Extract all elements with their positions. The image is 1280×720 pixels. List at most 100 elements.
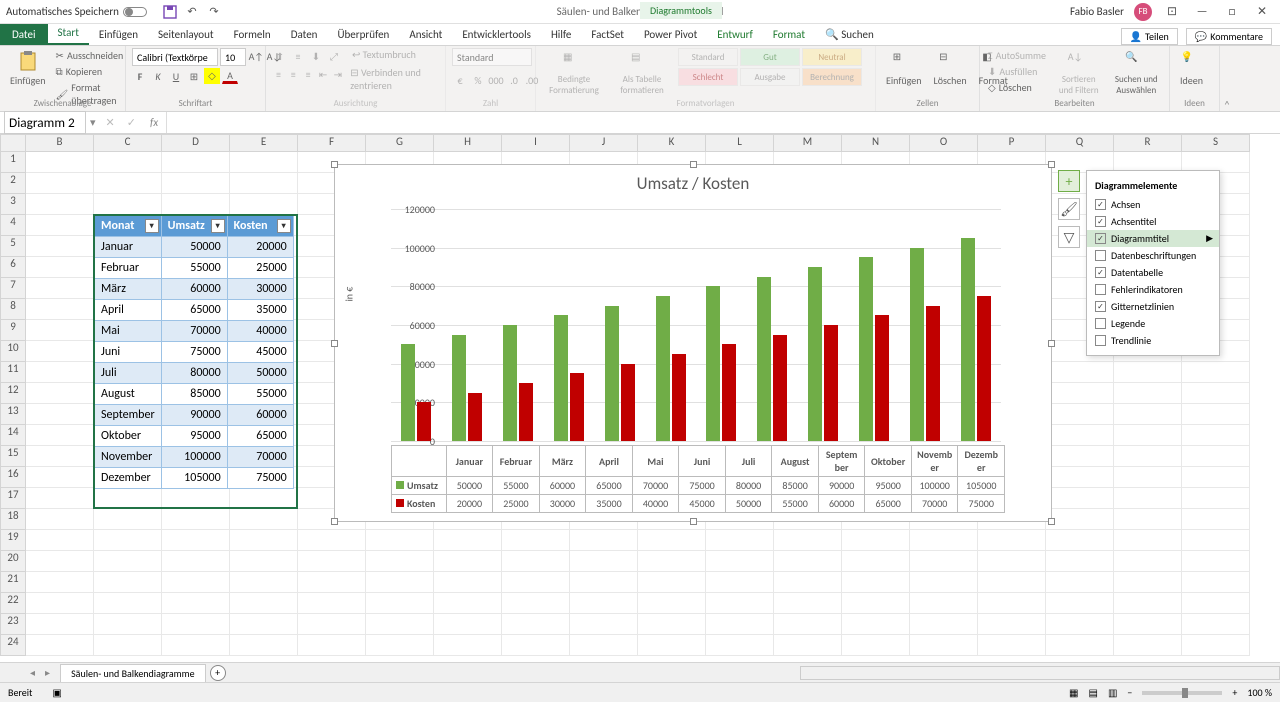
find-button[interactable]: 🔍Suchen und Auswählen — [1109, 48, 1163, 98]
style-ausgabe[interactable]: Ausgabe — [740, 68, 800, 86]
checkbox-icon[interactable]: ✓ — [1095, 216, 1106, 227]
col-header[interactable]: H — [434, 134, 502, 152]
font-name-select[interactable] — [132, 48, 218, 66]
ribbon-tab-formeln[interactable]: Formeln — [224, 24, 281, 45]
indent-dec-icon[interactable]: ⇤ — [317, 66, 330, 82]
bar-kosten[interactable] — [773, 335, 787, 441]
checkbox-icon[interactable]: ✓ — [1095, 199, 1106, 210]
row-header[interactable]: 2 — [0, 173, 26, 194]
col-header[interactable]: D — [162, 134, 230, 152]
table-row[interactable]: Mai7000040000 — [95, 321, 294, 342]
table-row[interactable]: Februar5500025000 — [95, 258, 294, 279]
checkbox-icon[interactable]: ✓ — [1095, 267, 1106, 278]
flyout-item-achsen[interactable]: ✓Achsen — [1087, 196, 1219, 213]
flyout-item-fehlerindikatoren[interactable]: Fehlerindikatoren — [1087, 281, 1219, 298]
row-header[interactable]: 5 — [0, 236, 26, 257]
select-all-corner[interactable] — [0, 134, 26, 152]
copy-button[interactable]: ⧉ Kopieren — [54, 64, 126, 79]
row-header[interactable]: 9 — [0, 320, 26, 341]
zoom-slider[interactable] — [1142, 691, 1222, 695]
row-header[interactable]: 20 — [0, 551, 26, 572]
bar-umsatz[interactable] — [757, 277, 771, 441]
bar-umsatz[interactable] — [910, 248, 924, 441]
redo-icon[interactable]: ↷ — [207, 5, 221, 19]
cut-button[interactable]: ✂ Ausschneiden — [54, 48, 126, 63]
autosum-button[interactable]: Σ AutoSumme — [986, 48, 1048, 63]
row-header[interactable]: 8 — [0, 299, 26, 320]
clear-button[interactable]: ◇ Löschen — [986, 80, 1048, 95]
resize-handle[interactable] — [690, 518, 697, 525]
autosave-toggle[interactable]: Automatisches Speichern — [0, 5, 153, 18]
ribbon-tab-entwicklertools[interactable]: Entwicklertools — [452, 24, 541, 45]
resize-handle[interactable] — [1048, 518, 1055, 525]
style-standard[interactable]: Standard — [678, 48, 738, 66]
ribbon-tab-factset[interactable]: FactSet — [581, 24, 634, 45]
col-header[interactable]: K — [638, 134, 706, 152]
percent-icon[interactable]: % — [470, 72, 486, 88]
bar-umsatz[interactable] — [452, 335, 466, 441]
underline-icon[interactable]: U — [168, 68, 184, 84]
align-bot-icon[interactable]: ⬇ — [308, 48, 324, 64]
flyout-item-diagrammtitel[interactable]: ✓Diagrammtitel▶ — [1087, 230, 1219, 247]
column-headers[interactable]: BCDEFGHIJKLMNOPQRS — [26, 134, 1250, 152]
delete-cells-button[interactable]: ⊟Löschen — [930, 48, 971, 89]
table-row[interactable]: Juli8000050000 — [95, 363, 294, 384]
ribbon-tab-start[interactable]: Start — [48, 22, 89, 45]
fx-icon[interactable]: fx — [142, 116, 166, 129]
ribbon-tab-power pivot[interactable]: Power Pivot — [634, 24, 707, 45]
table-row[interactable]: August8500055000 — [95, 384, 294, 405]
table-row[interactable]: Oktober9500065000 — [95, 426, 294, 447]
style-schlecht[interactable]: Schlecht — [678, 68, 738, 86]
bar-umsatz[interactable] — [554, 315, 568, 441]
maximize-icon[interactable]: □ — [1222, 5, 1242, 19]
comma-icon[interactable]: 000 — [488, 72, 504, 88]
filter-dropdown-icon[interactable]: ▾ — [145, 219, 159, 233]
cancel-formula-icon[interactable]: ✕ — [100, 116, 121, 129]
insert-cells-button[interactable]: ⊞Einfügen — [882, 48, 926, 89]
bar-umsatz[interactable] — [503, 325, 517, 441]
close-icon[interactable]: ✕ — [1252, 4, 1272, 19]
zoom-out-icon[interactable]: − — [1127, 686, 1132, 699]
row-header[interactable]: 15 — [0, 446, 26, 467]
filter-dropdown-icon[interactable]: ▾ — [277, 219, 291, 233]
chart-title[interactable]: Umsatz / Kosten — [335, 165, 1051, 198]
table-format-button[interactable]: ▤Als Tabelle formatieren — [610, 48, 674, 98]
row-header[interactable]: 6 — [0, 257, 26, 278]
checkbox-icon[interactable] — [1095, 335, 1106, 346]
bold-icon[interactable]: F — [132, 68, 148, 84]
bar-kosten[interactable] — [417, 402, 431, 441]
ideas-button[interactable]: 💡Ideen — [1176, 48, 1207, 89]
table-row[interactable]: April6500035000 — [95, 300, 294, 321]
sheet-tab[interactable]: Säulen- und Balkendiagramme — [60, 664, 206, 682]
flyout-item-gitternetzlinien[interactable]: ✓Gitternetzlinien — [1087, 298, 1219, 315]
minimize-icon[interactable]: — — [1192, 5, 1212, 19]
currency-icon[interactable]: € — [452, 72, 468, 88]
font-color-icon[interactable]: A — [222, 68, 238, 84]
chart-object[interactable]: Umsatz / Kosten in € 0200004000060000800… — [334, 164, 1052, 522]
row-header[interactable]: 18 — [0, 509, 26, 530]
style-neutral[interactable]: Neutral — [802, 48, 862, 66]
resize-handle[interactable] — [331, 161, 338, 168]
bar-kosten[interactable] — [672, 354, 686, 441]
col-header[interactable]: F — [298, 134, 366, 152]
bar-kosten[interactable] — [977, 296, 991, 441]
search-tab[interactable]: 🔍 Suchen — [815, 24, 884, 45]
checkbox-icon[interactable] — [1095, 250, 1106, 261]
comments-button[interactable]: 💬 Kommentare — [1186, 28, 1272, 45]
style-gut[interactable]: Gut — [740, 48, 800, 66]
sort-filter-button[interactable]: A↓Sortieren und Filtern — [1052, 48, 1106, 98]
col-header[interactable]: I — [502, 134, 570, 152]
table-row[interactable]: September9000060000 — [95, 405, 294, 426]
col-header[interactable]: L — [706, 134, 774, 152]
worksheet[interactable]: BCDEFGHIJKLMNOPQRS 123456789101112131415… — [0, 134, 1280, 662]
fill-color-icon[interactable]: ◇ — [204, 68, 220, 84]
col-header[interactable]: Q — [1046, 134, 1114, 152]
flyout-item-achsentitel[interactable]: ✓Achsentitel — [1087, 213, 1219, 230]
align-center-icon[interactable]: ≡ — [287, 66, 300, 82]
table-row[interactable]: Dezember10500075000 — [95, 468, 294, 489]
col-header[interactable]: P — [978, 134, 1046, 152]
prev-sheet-icon[interactable]: ◂ — [30, 666, 41, 679]
undo-icon[interactable]: ↶ — [185, 5, 199, 19]
italic-icon[interactable]: K — [150, 68, 166, 84]
filter-dropdown-icon[interactable]: ▾ — [211, 219, 225, 233]
